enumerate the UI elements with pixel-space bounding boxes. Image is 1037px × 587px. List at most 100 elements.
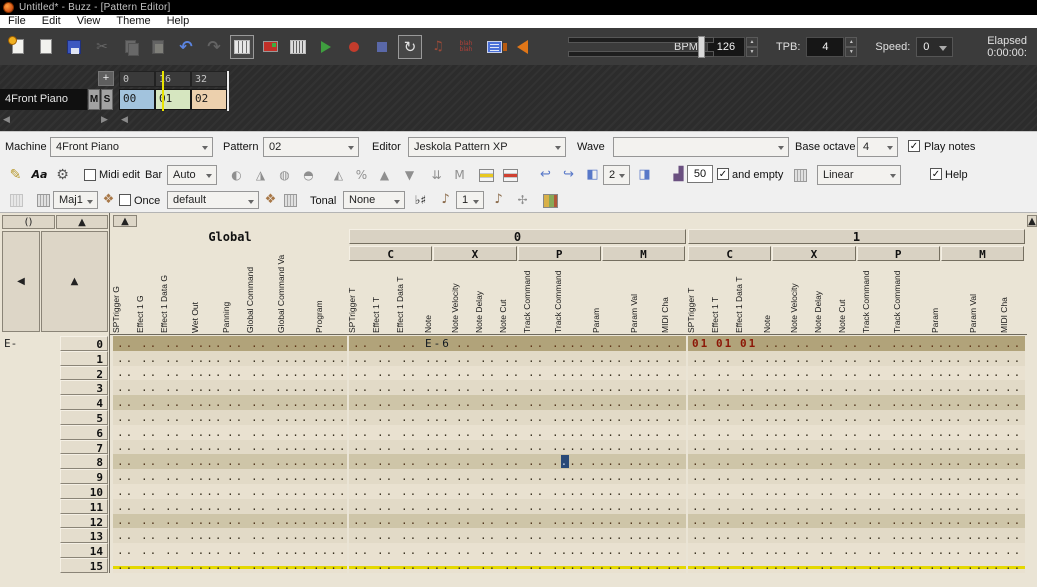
once-checkbox[interactable] [119, 194, 131, 206]
pattern-cell[interactable]: .. [791, 411, 815, 424]
pattern-cell[interactable]: .... [185, 544, 223, 557]
pattern-cell[interactable]: .... [548, 411, 586, 424]
pattern-cell[interactable]: .. [815, 470, 839, 483]
pattern-cell[interactable]: .. [452, 514, 476, 527]
row-section[interactable]: ............................... [349, 558, 686, 573]
pattern-cell[interactable]: .... [963, 470, 1001, 483]
pattern-cell[interactable]: .. [161, 337, 185, 350]
pattern-cell[interactable]: .. [500, 485, 524, 498]
pattern-cell[interactable]: .. [1001, 352, 1025, 365]
pattern-cell[interactable]: .... [185, 529, 223, 542]
pattern-cell[interactable]: .. [863, 485, 887, 498]
drop-icon[interactable]: ✢ [514, 191, 531, 208]
cut-notes-icon[interactable]: ◐ [228, 166, 245, 183]
pattern-cell[interactable]: .... [887, 455, 925, 468]
pattern-cell[interactable]: .. [736, 500, 760, 513]
pattern-cell[interactable]: .. [815, 559, 839, 572]
pattern-cell[interactable]: ... [760, 529, 791, 542]
pattern-cell[interactable]: .... [185, 411, 223, 424]
pattern-cell[interactable]: .. [791, 426, 815, 439]
pattern-cell[interactable]: .. [161, 411, 185, 424]
row-section[interactable]: ............................... [349, 484, 686, 499]
menu-view[interactable]: View [69, 15, 109, 28]
pattern-cell[interactable]: .. [1001, 411, 1025, 424]
pattern-cell[interactable]: .. [349, 381, 373, 394]
pattern-cell[interactable]: .... [271, 381, 309, 394]
pattern-cell[interactable]: .... [185, 455, 223, 468]
pattern-cell[interactable]: .... [185, 514, 223, 527]
pattern-cell[interactable]: .... [548, 559, 586, 572]
pattern-cell[interactable]: .. [247, 500, 271, 513]
pattern-cell[interactable]: .. [815, 500, 839, 513]
pattern-cell[interactable]: .... [309, 485, 347, 498]
pattern-cell[interactable]: .... [963, 544, 1001, 557]
pattern-cell[interactable]: .. [137, 455, 161, 468]
pattern-cell[interactable]: ... [760, 514, 791, 527]
row-section[interactable]: ............................... [688, 484, 1025, 499]
pattern-cell[interactable]: .. [1001, 337, 1025, 350]
pattern-cell[interactable]: .. [815, 381, 839, 394]
pattern-cell[interactable]: .... [963, 529, 1001, 542]
row-section[interactable]: ............................... [688, 395, 1025, 410]
pattern-cell[interactable]: .... [309, 529, 347, 542]
pattern-cell[interactable]: .. [712, 529, 736, 542]
pattern-cell[interactable]: .. [500, 426, 524, 439]
pattern-cell[interactable]: .. [113, 514, 137, 527]
pattern-cell[interactable]: .... [887, 411, 925, 424]
row-section[interactable]: ............................... [349, 543, 686, 558]
pattern-cell[interactable]: .. [137, 514, 161, 527]
pattern-cell[interactable]: .. [113, 500, 137, 513]
pattern-cell[interactable]: .. [223, 544, 247, 557]
pattern-cell[interactable]: .. [736, 529, 760, 542]
pattern-cell[interactable]: .... [586, 366, 624, 379]
pattern-cell[interactable]: .. [452, 455, 476, 468]
pattern-cell[interactable]: ... [760, 366, 791, 379]
pattern-cell[interactable]: .... [271, 411, 309, 424]
pattern-cell[interactable]: .... [185, 440, 223, 453]
pattern-cell[interactable]: .. [161, 352, 185, 365]
pattern-cell[interactable]: .. [791, 337, 815, 350]
pattern-cell[interactable]: .... [548, 455, 586, 468]
pattern-cell[interactable]: .. [662, 455, 686, 468]
pattern-cell[interactable]: .... [586, 514, 624, 527]
solo-button[interactable]: S [101, 89, 113, 110]
pattern-cell[interactable]: .... [185, 485, 223, 498]
pattern-cell[interactable]: .. [863, 426, 887, 439]
paste-icon[interactable] [146, 35, 170, 59]
pattern-cell[interactable]: .. [476, 426, 500, 439]
pattern-cell[interactable]: .. [662, 529, 686, 542]
pattern-cell[interactable]: .. [397, 396, 421, 409]
pattern-cell[interactable]: .. [373, 411, 397, 424]
pattern-cell[interactable]: .... [963, 455, 1001, 468]
row-number[interactable]: 2 [60, 366, 108, 381]
volume-handle[interactable] [698, 36, 705, 58]
pattern-cell[interactable]: .... [586, 544, 624, 557]
pattern-cell[interactable]: .. [137, 485, 161, 498]
pattern-cell[interactable]: ... [421, 366, 452, 379]
pattern-cell[interactable]: .. [349, 455, 373, 468]
pattern-cell[interactable]: ... [421, 396, 452, 409]
row-section[interactable]: ............................... [349, 454, 686, 469]
pattern-cell[interactable]: .... [963, 366, 1001, 379]
pattern-cell[interactable]: .. [223, 529, 247, 542]
scale-select[interactable]: Maj1 [53, 191, 98, 209]
pattern-cell[interactable]: .. [500, 514, 524, 527]
pattern-cell[interactable]: .. [712, 426, 736, 439]
row-number[interactable]: 6 [60, 425, 108, 440]
pattern-cell[interactable]: .... [586, 337, 624, 350]
pattern-cell[interactable]: ... [421, 455, 452, 468]
row-section[interactable]: ............................... [349, 410, 686, 425]
pattern-cell[interactable]: .... [887, 559, 925, 572]
pattern-cell[interactable]: .. [476, 529, 500, 542]
pattern-cell[interactable]: .. [815, 514, 839, 527]
pattern-cell[interactable]: .. [500, 381, 524, 394]
pattern-cell[interactable]: .. [839, 352, 863, 365]
pattern-cell[interactable]: .. [839, 559, 863, 572]
pattern-cell[interactable]: .. [452, 485, 476, 498]
editor-select[interactable]: Jeskola Pattern XP [408, 137, 566, 157]
pattern-cell[interactable]: .... [185, 426, 223, 439]
pattern-cell[interactable]: .... [185, 470, 223, 483]
pattern-cell[interactable]: .. [476, 485, 500, 498]
pattern-cell[interactable]: .. [113, 544, 137, 557]
pattern-cell[interactable]: .. [688, 352, 712, 365]
